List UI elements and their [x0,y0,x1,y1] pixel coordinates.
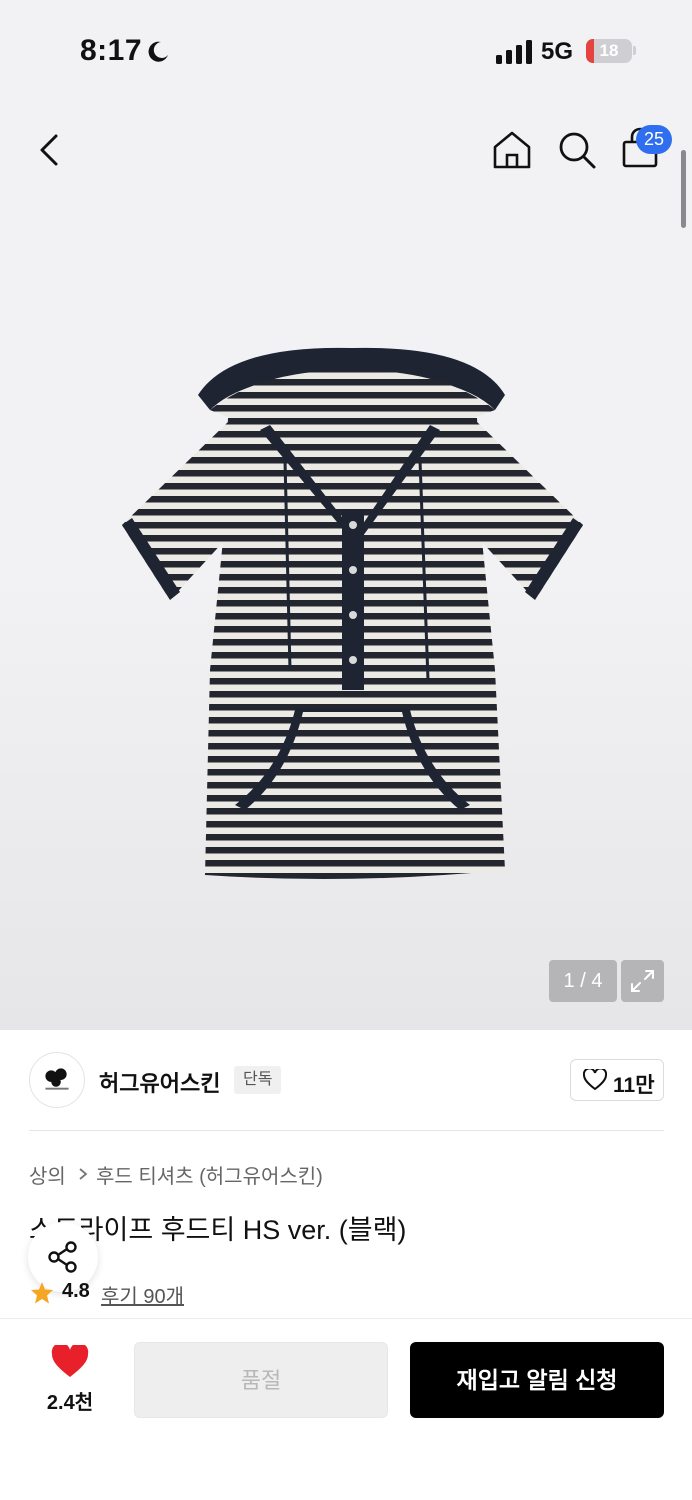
review-count-link[interactable]: 후기 90개 [101,1280,184,1309]
wishlist-count: 2.4천 [46,1392,94,1414]
breadcrumb-subcategory[interactable]: 후드 티셔츠 (허그유어스킨) [96,1160,323,1189]
heart-filled-icon [51,1345,89,1377]
brand-name[interactable]: 허그유어스킨 [99,1066,220,1098]
brand-like-count: 11만 [613,1074,655,1097]
battery-level: 18 [599,41,619,60]
chevron-right-icon [79,1168,88,1180]
rating-value: 4.8 [62,1280,90,1302]
brand-logo[interactable] [29,1052,85,1108]
divider [29,1130,664,1131]
signal-icon [496,40,532,64]
battery-tip [633,46,636,55]
product-image-gallery[interactable]: 8:17 5G 18 25 1 / 4 [0,0,692,1030]
moon-icon [148,41,168,62]
image-pager: 1 / 4 [549,960,617,1002]
star-icon [31,1282,53,1304]
search-icon[interactable] [555,128,599,172]
soldout-button: 품절 [134,1342,388,1418]
exclusive-badge: 단독 [234,1066,282,1094]
battery-icon: 18 [586,39,632,63]
home-icon[interactable] [490,128,534,172]
heart-outline-icon [583,1069,607,1091]
expand-icon[interactable] [621,960,664,1002]
brand-like-button[interactable]: 11만 [570,1059,664,1101]
share-icon [48,1241,77,1273]
restock-alert-button[interactable]: 재입고 알림 신청 [410,1342,664,1418]
status-bar: 8:17 5G 18 [0,30,692,74]
status-time: 8:17 [80,34,143,67]
scrollbar[interactable] [681,150,686,228]
breadcrumb-category[interactable]: 상의 [29,1160,66,1189]
back-icon[interactable] [32,128,68,172]
cart-count-badge: 25 [636,125,672,154]
network-type: 5G [541,38,574,65]
product-image [122,347,583,879]
wishlist-button[interactable]: 2.4천 [30,1345,110,1415]
